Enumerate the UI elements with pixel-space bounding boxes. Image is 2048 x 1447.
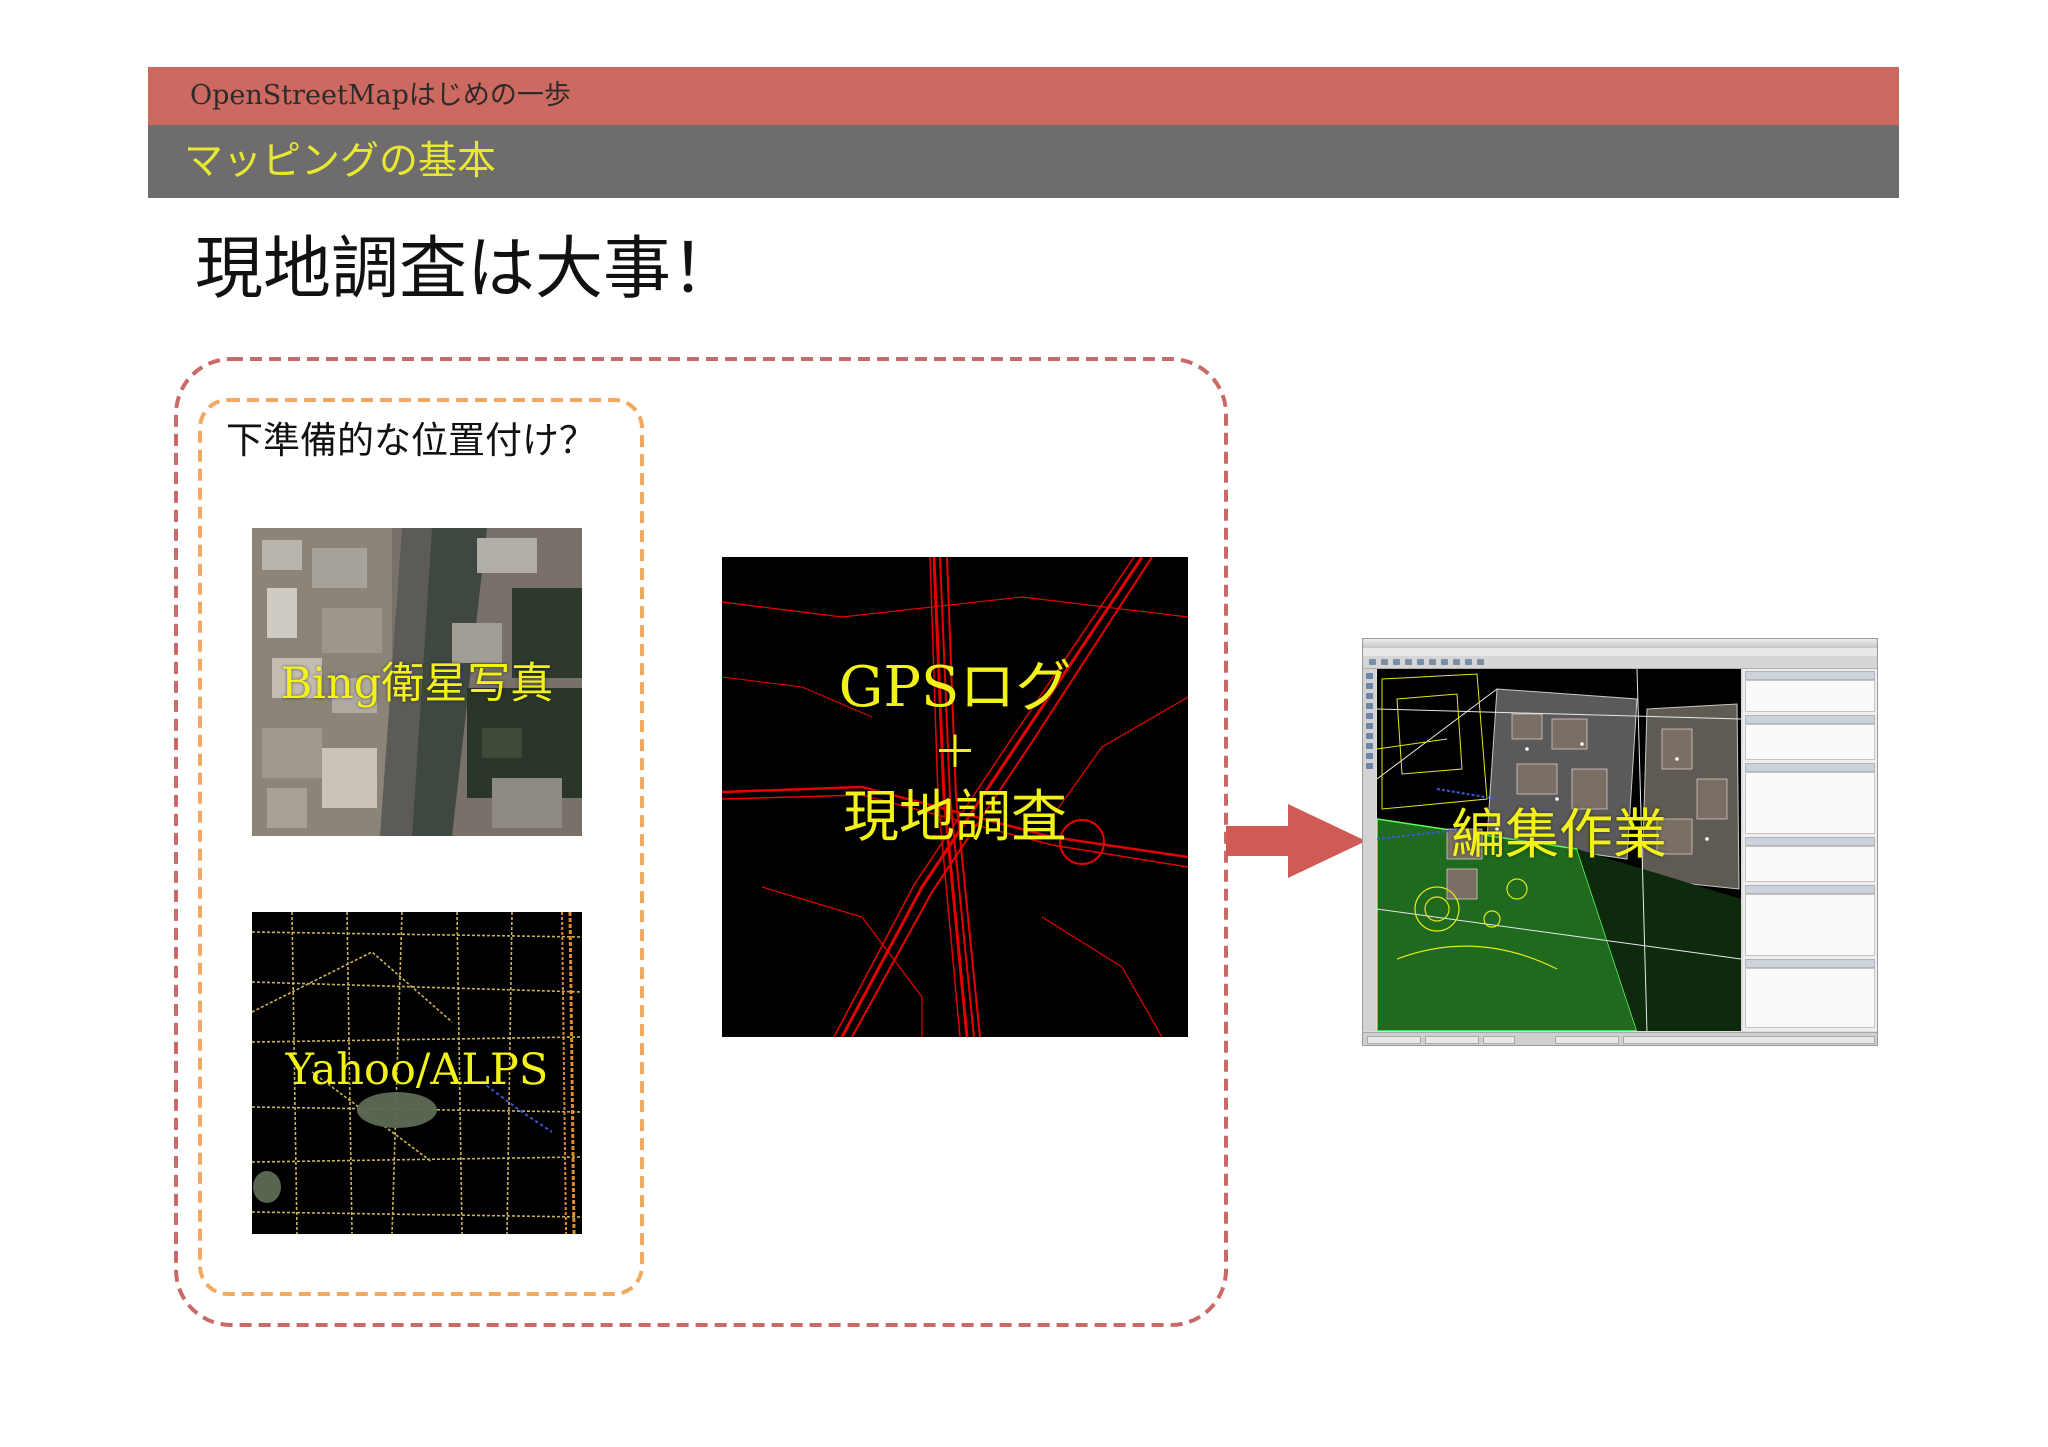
- layers-panel-body: [1745, 680, 1875, 712]
- status-field-lon: [1425, 1036, 1479, 1044]
- properties-panel-body: [1745, 724, 1875, 760]
- preparation-label: 下準備的な位置付け？: [226, 419, 596, 462]
- josm-map-view: 編集作業: [1377, 669, 1741, 1031]
- toolbar-button-icon: [1453, 659, 1460, 665]
- josm-status-bar: [1363, 1032, 1877, 1045]
- status-field-distance: [1555, 1036, 1619, 1044]
- tags-panel-header: [1745, 885, 1875, 894]
- josm-editor-screenshot: 編集作業: [1362, 638, 1878, 1046]
- yahoo-alps-map-image: Yahoo/ALPS: [252, 912, 582, 1234]
- toolbar-button-icon: [1405, 659, 1412, 665]
- properties-panel-header: [1745, 715, 1875, 724]
- josm-menubar: [1363, 648, 1877, 656]
- tool-icon: [1366, 703, 1373, 709]
- toolbar-button-icon: [1381, 659, 1388, 665]
- toolbar-button-icon: [1429, 659, 1436, 665]
- toolbar-button-icon: [1477, 659, 1484, 665]
- status-field-help: [1623, 1036, 1875, 1044]
- josm-side-panels: [1743, 669, 1877, 1031]
- josm-left-toolbar: [1363, 669, 1376, 1031]
- relations-panel-header: [1745, 837, 1875, 846]
- tool-icon: [1366, 683, 1373, 689]
- tags-panel-body: [1745, 894, 1875, 956]
- tool-icon: [1366, 693, 1373, 699]
- history-panel-body: [1745, 968, 1875, 1028]
- toolbar-button-icon: [1417, 659, 1424, 665]
- history-panel-header: [1745, 959, 1875, 968]
- tool-icon: [1366, 733, 1373, 739]
- yahoo-caption: Yahoo/ALPS: [285, 1045, 549, 1095]
- josm-titlebar: [1363, 639, 1877, 648]
- layers-panel-header: [1745, 671, 1875, 680]
- toolbar-button-icon: [1441, 659, 1448, 665]
- gps-caption-line3: 現地調査: [843, 785, 1067, 850]
- gps-log-image: GPSログ ＋ 現地調査: [722, 557, 1188, 1037]
- toolbar-button-icon: [1393, 659, 1400, 665]
- gps-caption-line2: ＋: [933, 727, 977, 778]
- status-field-heading: [1483, 1036, 1515, 1044]
- gps-caption-line1: GPSログ: [838, 655, 1072, 720]
- toolbar-button-icon: [1369, 659, 1376, 665]
- tool-icon: [1366, 753, 1373, 759]
- toolbar-button-icon: [1465, 659, 1472, 665]
- tool-icon: [1366, 713, 1373, 719]
- selection-panel-header: [1745, 763, 1875, 772]
- relations-panel-body: [1745, 846, 1875, 882]
- editing-caption: 編集作業: [1451, 803, 1667, 866]
- tool-icon: [1366, 723, 1373, 729]
- tool-icon: [1366, 743, 1373, 749]
- tool-icon: [1366, 673, 1373, 679]
- bing-caption: Bing衛星写真: [280, 659, 554, 709]
- status-field-lat: [1367, 1036, 1421, 1044]
- bing-satellite-image: Bing衛星写真: [252, 528, 582, 836]
- selection-panel-body: [1745, 772, 1875, 834]
- arrow-right-icon: [1226, 804, 1366, 878]
- josm-toolbar: [1363, 656, 1877, 669]
- tool-icon: [1366, 763, 1373, 769]
